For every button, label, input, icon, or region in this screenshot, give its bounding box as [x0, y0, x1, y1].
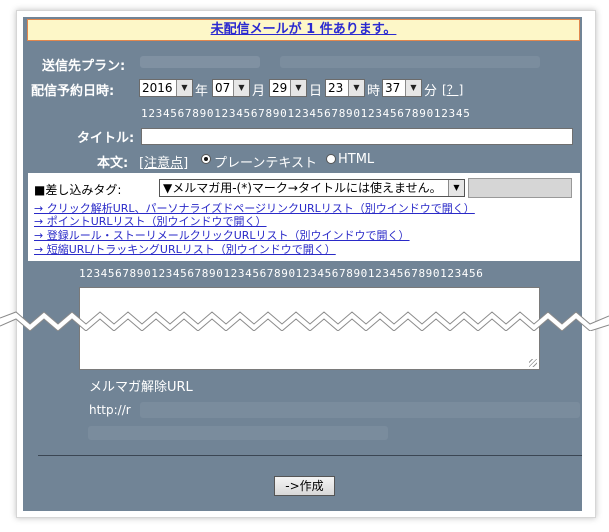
- unsubscribe-url-redacted: [140, 402, 580, 418]
- title-ruler: 1234567890123456789012345678901234567890…: [141, 107, 471, 120]
- resize-grip-icon[interactable]: [529, 359, 537, 367]
- title-label: タイトル:: [77, 131, 135, 146]
- format-plain-radio[interactable]: [201, 154, 211, 164]
- title-input[interactable]: [141, 128, 573, 145]
- short-url-link[interactable]: → 短縮URL/トラッキングURLリスト（別ウインドウで開く）: [34, 241, 336, 257]
- schedule-help-link[interactable]: [？]: [442, 81, 463, 98]
- insert-tag-label: ■差し込みタグ:: [34, 183, 122, 197]
- month-unit: 月: [252, 84, 266, 99]
- year-value: 2016: [142, 81, 173, 95]
- format-html-radio[interactable]: [326, 154, 336, 164]
- year-unit: 年: [195, 84, 209, 99]
- schedule-label: 配信予約日時:: [31, 84, 115, 99]
- unsubscribe-extra-redacted: [88, 426, 388, 440]
- day-select[interactable]: 29 ▼: [269, 79, 307, 97]
- hour-unit: 時: [367, 84, 381, 99]
- chevron-down-icon: ▼: [233, 80, 249, 96]
- hour-select[interactable]: 23 ▼: [325, 79, 365, 97]
- month-value: 07: [215, 81, 231, 95]
- month-select[interactable]: 07 ▼: [212, 79, 250, 97]
- day-value: 29: [272, 81, 288, 95]
- insert-tag-select[interactable]: ▼メルマガ用-(*)マーク→タイトルには使えません。 ▼: [159, 179, 465, 197]
- format-plain-label: プレーンテキスト: [214, 156, 317, 171]
- bracket-close: ]: [183, 156, 189, 171]
- body-label: 本文:: [97, 156, 129, 171]
- pending-mail-link[interactable]: 未配信メールが 1 件あります。: [211, 22, 397, 37]
- pending-mail-notice: 未配信メールが 1 件あります。: [27, 19, 580, 41]
- chevron-down-icon: ▼: [176, 80, 192, 96]
- insert-tag-box: ■差し込みタグ: ▼メルマガ用-(*)マーク→タイトルには使えません。 ▼ → ク…: [28, 173, 580, 261]
- minute-value: 37: [385, 81, 401, 95]
- format-html-label: HTML: [338, 152, 375, 167]
- chevron-down-icon: ▼: [405, 80, 421, 96]
- chevron-down-icon: ▼: [448, 180, 464, 196]
- plan-label: 送信先プラン:: [42, 59, 126, 74]
- unsubscribe-url: http://r: [89, 403, 131, 417]
- plan-value-redacted: [140, 56, 260, 68]
- insert-tag-value: ▼メルマガ用-(*)マーク→タイトルには使えません。: [163, 181, 442, 195]
- body-notice: [注意点]: [139, 152, 188, 171]
- chevron-down-icon: ▼: [290, 80, 306, 96]
- chevron-down-icon: ▼: [348, 80, 364, 96]
- minute-unit: 分: [424, 84, 438, 99]
- insert-tag-output[interactable]: [468, 178, 572, 198]
- plan-extra-redacted: [280, 56, 540, 68]
- hour-value: 23: [328, 81, 344, 95]
- unsubscribe-label: メルマガ解除URL: [89, 380, 193, 395]
- year-select[interactable]: 2016 ▼: [139, 79, 193, 97]
- torn-edge-divider: [0, 311, 609, 331]
- form-separator: [38, 455, 582, 456]
- day-unit: 日: [309, 84, 323, 99]
- body-notice-link[interactable]: 注意点: [144, 156, 183, 171]
- create-button[interactable]: ->作成: [274, 476, 335, 496]
- body-ruler: 1234567890123456789012345678901234567890…: [79, 267, 484, 280]
- minute-select[interactable]: 37 ▼: [382, 79, 422, 97]
